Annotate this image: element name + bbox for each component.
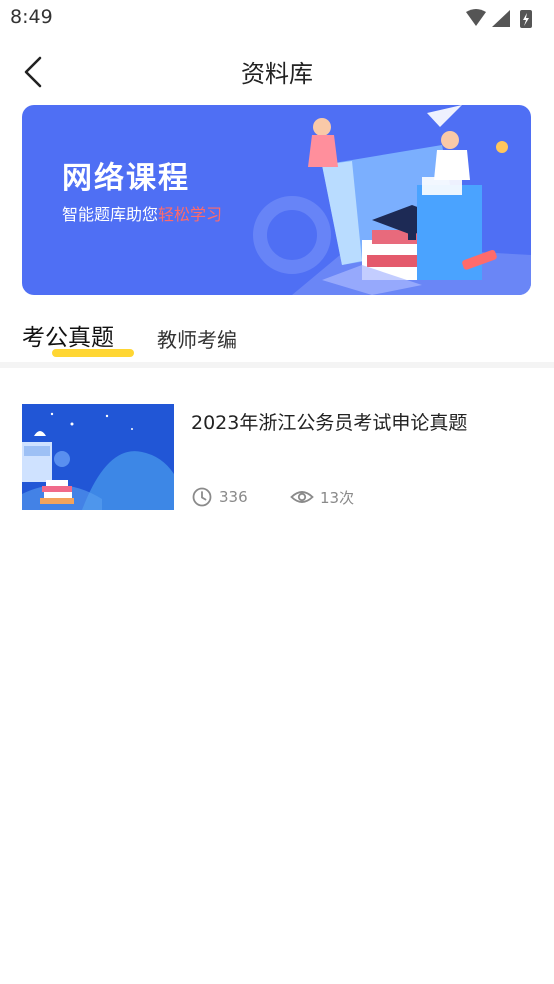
- banner-subtitle: 智能题库助您轻松学习: [62, 201, 222, 225]
- tab-label: 教师考编: [157, 328, 237, 352]
- tab-label: 考公真题: [22, 325, 114, 351]
- tab-jiaoshi-kaobian[interactable]: 教师考编: [157, 324, 237, 353]
- banner-subtitle-highlight: 轻松学习: [158, 205, 223, 224]
- banner-illustration: [253, 105, 531, 295]
- item-thumbnail: [22, 404, 174, 510]
- wifi-icon: [466, 9, 486, 26]
- list-item[interactable]: 2023年浙江公务员考试申论真题 336 13次: [0, 386, 554, 516]
- item-duration-value: 336: [219, 488, 248, 506]
- nav-bar: 资料库: [0, 40, 554, 100]
- item-views-value: 13次: [320, 488, 355, 507]
- banner-subtitle-prefix: 智能题库助您: [62, 205, 159, 224]
- category-tabs: 考公真题 教师考编: [0, 312, 554, 364]
- item-views: 13次: [290, 486, 354, 508]
- tab-kaogong-zhenti[interactable]: 考公真题: [22, 318, 134, 357]
- eye-icon: [290, 491, 314, 503]
- status-icons: [466, 9, 532, 28]
- clock-icon: [192, 487, 212, 507]
- item-duration: 336: [191, 486, 248, 508]
- page-title: 资料库: [241, 60, 313, 88]
- status-bar: 8:49: [0, 0, 554, 38]
- banner-title: 网络课程: [62, 161, 190, 196]
- status-time: 8:49: [10, 6, 53, 28]
- section-divider: [0, 362, 554, 368]
- item-title: 2023年浙江公务员考试申论真题: [191, 412, 468, 434]
- signal-icon: [492, 10, 510, 27]
- banner[interactable]: 网络课程 智能题库助您轻松学习: [22, 105, 531, 295]
